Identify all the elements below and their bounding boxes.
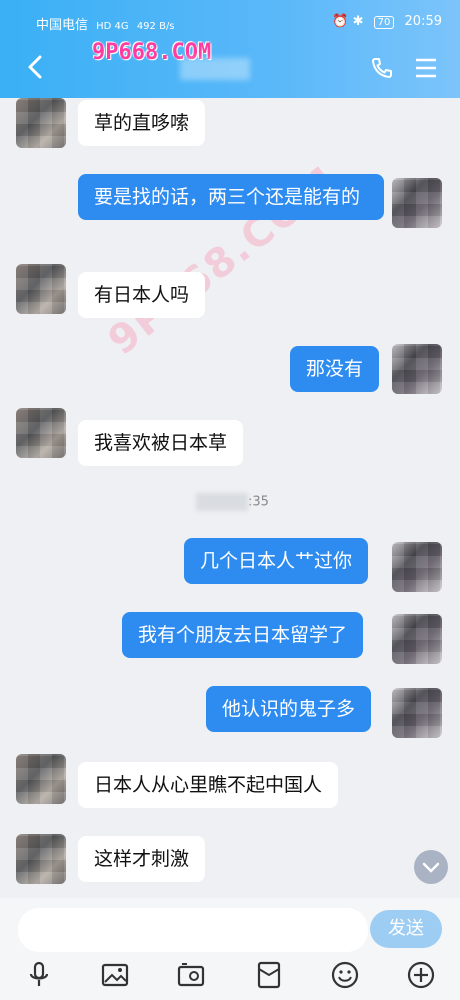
message-bubble[interactable]: 有日本人吗: [78, 272, 206, 318]
avatar[interactable]: [16, 408, 66, 458]
avatar[interactable]: [16, 98, 66, 148]
red-packet-icon[interactable]: [254, 960, 284, 990]
avatar[interactable]: [392, 344, 442, 394]
plus-icon[interactable]: [406, 960, 436, 990]
emoji-icon[interactable]: [330, 960, 360, 990]
image-icon[interactable]: [100, 960, 130, 990]
message-bubble[interactable]: 要是找的话，两三个还是能有的: [78, 174, 384, 220]
scroll-to-bottom-button[interactable]: [414, 850, 448, 884]
contact-name-blurred: [180, 58, 250, 80]
back-arrow-icon[interactable]: [22, 52, 48, 82]
message-bubble[interactable]: 我喜欢被日本草: [78, 420, 244, 466]
chat-header: 中国电信 HD 4G 492 B/s ⏰ ✱ 70 20:59 9P668.CO…: [0, 0, 460, 98]
message-bubble[interactable]: 我有个朋友去日本留学了: [122, 612, 364, 658]
battery-indicator: 70: [373, 16, 395, 29]
status-bar: 中国电信 HD 4G 492 B/s ⏰ ✱ 70 20:59: [36, 10, 442, 36]
bluetooth-icon: ✱: [352, 14, 364, 29]
phone-icon[interactable]: [370, 56, 394, 80]
send-button[interactable]: 发送: [370, 910, 442, 948]
camera-icon[interactable]: [176, 960, 206, 990]
input-bar: 发送: [0, 898, 460, 1000]
message-bubble[interactable]: 几个日本人艹过你: [184, 538, 369, 584]
avatar[interactable]: [16, 264, 66, 314]
avatar[interactable]: [392, 542, 442, 592]
avatar[interactable]: [16, 834, 66, 884]
message-input[interactable]: [18, 908, 368, 952]
network-label: HD 4G: [96, 21, 129, 32]
clock-label: 20:59: [404, 14, 442, 29]
message-bubble[interactable]: 那没有: [290, 346, 380, 392]
timestamp: :35: [196, 493, 269, 511]
message-bubble[interactable]: 这样才刺激: [78, 836, 206, 882]
microphone-icon[interactable]: [24, 960, 54, 990]
alarm-icon: ⏰: [332, 14, 349, 29]
avatar[interactable]: [16, 754, 66, 804]
message-list[interactable]: 9P668.COM 草的直哆嗦 要是找的话，两三个还是能有的 有日本人吗 那没有…: [0, 98, 460, 898]
message-bubble[interactable]: 他认识的鬼子多: [206, 686, 372, 732]
avatar[interactable]: [392, 688, 442, 738]
message-bubble[interactable]: 草的直哆嗦: [78, 100, 206, 146]
menu-icon[interactable]: [414, 56, 438, 80]
avatar[interactable]: [392, 614, 442, 664]
speed-label: 492 B/s: [136, 21, 175, 32]
chevron-down-icon: [422, 862, 440, 873]
avatar[interactable]: [392, 178, 442, 228]
carrier-label: 中国电信: [36, 18, 89, 33]
message-bubble[interactable]: 日本人从心里瞧不起中国人: [78, 762, 339, 808]
